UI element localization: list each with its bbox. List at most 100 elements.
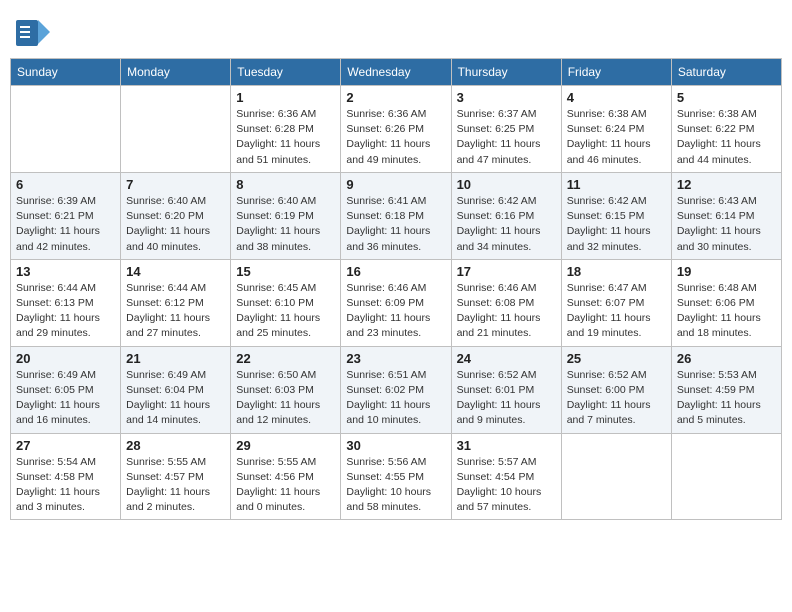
calendar-cell: 3 Sunrise: 6:37 AM Sunset: 6:25 PM Daylig… [451,86,561,173]
calendar-cell: 19 Sunrise: 6:48 AM Sunset: 6:06 PM Dayli… [671,259,781,346]
day-info: Sunrise: 5:54 AM Sunset: 4:58 PM Dayligh… [16,455,115,516]
calendar-cell: 11 Sunrise: 6:42 AM Sunset: 6:15 PM Dayli… [561,172,671,259]
day-info: Sunrise: 6:40 AM Sunset: 6:20 PM Dayligh… [126,194,225,255]
day-number: 8 [236,177,335,192]
weekday-header-monday: Monday [121,59,231,86]
calendar-cell: 7 Sunrise: 6:40 AM Sunset: 6:20 PM Daylig… [121,172,231,259]
day-number: 4 [567,90,666,105]
calendar-cell: 15 Sunrise: 6:45 AM Sunset: 6:10 PM Dayli… [231,259,341,346]
day-number: 17 [457,264,556,279]
day-info: Sunrise: 6:41 AM Sunset: 6:18 PM Dayligh… [346,194,445,255]
calendar-cell: 4 Sunrise: 6:38 AM Sunset: 6:24 PM Daylig… [561,86,671,173]
day-number: 19 [677,264,776,279]
day-number: 3 [457,90,556,105]
day-info: Sunrise: 6:44 AM Sunset: 6:13 PM Dayligh… [16,281,115,342]
day-number: 31 [457,438,556,453]
day-number: 9 [346,177,445,192]
calendar-cell: 27 Sunrise: 5:54 AM Sunset: 4:58 PM Dayli… [11,433,121,520]
logo [14,14,54,50]
day-number: 1 [236,90,335,105]
calendar-cell: 8 Sunrise: 6:40 AM Sunset: 6:19 PM Daylig… [231,172,341,259]
calendar-cell: 2Sunrise: 6:36 AM Sunset: 6:26 PM Daylig… [341,86,451,173]
calendar-cell [671,433,781,520]
day-info: Sunrise: 6:38 AM Sunset: 6:24 PM Dayligh… [567,107,666,168]
day-number: 24 [457,351,556,366]
day-info: Sunrise: 6:49 AM Sunset: 6:05 PM Dayligh… [16,368,115,429]
calendar-cell: 24 Sunrise: 6:52 AM Sunset: 6:01 PM Dayli… [451,346,561,433]
weekday-header-tuesday: Tuesday [231,59,341,86]
day-info: Sunrise: 6:39 AM Sunset: 6:21 PM Dayligh… [16,194,115,255]
day-number: 6 [16,177,115,192]
day-number: 10 [457,177,556,192]
calendar-cell: 17 Sunrise: 6:46 AM Sunset: 6:08 PM Dayli… [451,259,561,346]
calendar-cell: 1 Sunrise: 6:36 AM Sunset: 6:28 PM Daylig… [231,86,341,173]
day-number: 18 [567,264,666,279]
calendar-week-1: 1 Sunrise: 6:36 AM Sunset: 6:28 PM Daylig… [11,86,782,173]
day-number: 11 [567,177,666,192]
day-info: Sunrise: 5:55 AM Sunset: 4:57 PM Dayligh… [126,455,225,516]
day-number: 2 [346,90,445,105]
calendar-cell [11,86,121,173]
day-info: Sunrise: 6:43 AM Sunset: 6:14 PM Dayligh… [677,194,776,255]
calendar-cell: 23 Sunrise: 6:51 AM Sunset: 6:02 PM Dayli… [341,346,451,433]
weekday-header-sunday: Sunday [11,59,121,86]
calendar-cell: 5Sunrise: 6:38 AM Sunset: 6:22 PM Daylig… [671,86,781,173]
logo-icon [14,14,50,50]
calendar-cell: 6 Sunrise: 6:39 AM Sunset: 6:21 PM Daylig… [11,172,121,259]
day-number: 23 [346,351,445,366]
calendar-cell: 16 Sunrise: 6:46 AM Sunset: 6:09 PM Dayli… [341,259,451,346]
day-info: Sunrise: 6:44 AM Sunset: 6:12 PM Dayligh… [126,281,225,342]
calendar-cell: 28 Sunrise: 5:55 AM Sunset: 4:57 PM Dayli… [121,433,231,520]
weekday-header-thursday: Thursday [451,59,561,86]
calendar-cell: 14Sunrise: 6:44 AM Sunset: 6:12 PM Dayli… [121,259,231,346]
day-info: Sunrise: 6:45 AM Sunset: 6:10 PM Dayligh… [236,281,335,342]
day-info: Sunrise: 5:57 AM Sunset: 4:54 PM Dayligh… [457,455,556,516]
calendar-cell: 20 Sunrise: 6:49 AM Sunset: 6:05 PM Dayli… [11,346,121,433]
calendar-cell: 26 Sunrise: 5:53 AM Sunset: 4:59 PM Dayli… [671,346,781,433]
calendar-cell [561,433,671,520]
day-info: Sunrise: 6:49 AM Sunset: 6:04 PM Dayligh… [126,368,225,429]
calendar-cell: 30Sunrise: 5:56 AM Sunset: 4:55 PM Dayli… [341,433,451,520]
calendar-week-3: 13 Sunrise: 6:44 AM Sunset: 6:13 PM Dayli… [11,259,782,346]
day-number: 7 [126,177,225,192]
day-number: 21 [126,351,225,366]
day-number: 15 [236,264,335,279]
day-info: Sunrise: 6:40 AM Sunset: 6:19 PM Dayligh… [236,194,335,255]
day-number: 16 [346,264,445,279]
calendar-cell: 13 Sunrise: 6:44 AM Sunset: 6:13 PM Dayli… [11,259,121,346]
day-info: Sunrise: 6:42 AM Sunset: 6:16 PM Dayligh… [457,194,556,255]
weekday-header-row: SundayMondayTuesdayWednesdayThursdayFrid… [11,59,782,86]
day-info: Sunrise: 6:38 AM Sunset: 6:22 PM Dayligh… [677,107,776,168]
day-info: Sunrise: 5:56 AM Sunset: 4:55 PM Dayligh… [346,455,445,516]
day-info: Sunrise: 6:48 AM Sunset: 6:06 PM Dayligh… [677,281,776,342]
calendar-cell: 10 Sunrise: 6:42 AM Sunset: 6:16 PM Dayli… [451,172,561,259]
day-info: Sunrise: 6:46 AM Sunset: 6:08 PM Dayligh… [457,281,556,342]
day-number: 27 [16,438,115,453]
calendar-cell: 29Sunrise: 5:55 AM Sunset: 4:56 PM Dayli… [231,433,341,520]
day-info: Sunrise: 6:37 AM Sunset: 6:25 PM Dayligh… [457,107,556,168]
day-number: 13 [16,264,115,279]
day-info: Sunrise: 5:55 AM Sunset: 4:56 PM Dayligh… [236,455,335,516]
calendar-week-4: 20 Sunrise: 6:49 AM Sunset: 6:05 PM Dayli… [11,346,782,433]
day-info: Sunrise: 6:50 AM Sunset: 6:03 PM Dayligh… [236,368,335,429]
calendar-cell: 25 Sunrise: 6:52 AM Sunset: 6:00 PM Dayli… [561,346,671,433]
calendar-cell: 18Sunrise: 6:47 AM Sunset: 6:07 PM Dayli… [561,259,671,346]
calendar-cell: 22Sunrise: 6:50 AM Sunset: 6:03 PM Dayli… [231,346,341,433]
page-header [10,10,782,50]
day-info: Sunrise: 6:51 AM Sunset: 6:02 PM Dayligh… [346,368,445,429]
weekday-header-friday: Friday [561,59,671,86]
day-info: Sunrise: 5:53 AM Sunset: 4:59 PM Dayligh… [677,368,776,429]
day-info: Sunrise: 6:52 AM Sunset: 6:00 PM Dayligh… [567,368,666,429]
day-info: Sunrise: 6:46 AM Sunset: 6:09 PM Dayligh… [346,281,445,342]
day-info: Sunrise: 6:36 AM Sunset: 6:28 PM Dayligh… [236,107,335,168]
calendar-cell [121,86,231,173]
day-number: 20 [16,351,115,366]
day-number: 28 [126,438,225,453]
day-number: 26 [677,351,776,366]
day-info: Sunrise: 6:52 AM Sunset: 6:01 PM Dayligh… [457,368,556,429]
weekday-header-saturday: Saturday [671,59,781,86]
day-number: 25 [567,351,666,366]
day-info: Sunrise: 6:42 AM Sunset: 6:15 PM Dayligh… [567,194,666,255]
calendar-cell: 9 Sunrise: 6:41 AM Sunset: 6:18 PM Daylig… [341,172,451,259]
calendar-table: SundayMondayTuesdayWednesdayThursdayFrid… [10,58,782,520]
